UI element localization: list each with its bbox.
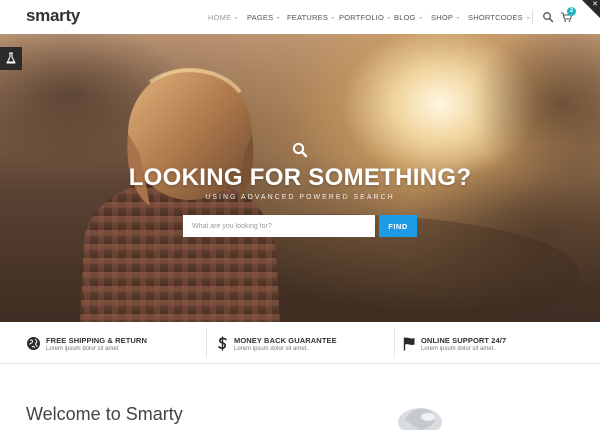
chevron-down-icon xyxy=(456,17,461,20)
site-logo[interactable]: smarty xyxy=(26,6,80,26)
feature-text: Lorem ipsum dolor sit amet xyxy=(46,346,119,352)
feature-text: Lorem ipsum dolor sit amet. xyxy=(421,346,496,352)
nav-item-features[interactable]: FEATURES xyxy=(287,12,336,24)
feature-text: Lorem ipsum dolor sit amet. xyxy=(234,346,309,352)
cart-count-badge: 2 xyxy=(567,7,576,16)
find-button[interactable]: FIND xyxy=(379,215,417,237)
nav-item-blog[interactable]: BLOG xyxy=(394,12,423,24)
feature-support: ONLINE SUPPORT 24/7 Lorem ipsum dolor si… xyxy=(402,322,582,364)
hero-subtitle: USING ADVANCED POWERED SEARCH xyxy=(205,194,395,201)
nav-item-home[interactable]: HOME xyxy=(208,12,239,24)
globe-icon xyxy=(27,337,40,350)
nav-item-shortcodes[interactable]: SHORTCODES xyxy=(468,12,530,24)
feature-money-back: MONEY BACK GUARANTEE Lorem ipsum dolor s… xyxy=(215,322,395,364)
search-icon xyxy=(292,142,308,158)
nav-item-label: PAGES xyxy=(247,13,274,22)
nav-item-label: BLOG xyxy=(394,13,416,22)
chevron-down-icon xyxy=(387,17,392,20)
chevron-down-icon xyxy=(525,17,530,20)
site-header: smarty HOME PAGES FEATURES PORTFOLIO BLO… xyxy=(0,0,600,34)
feature-divider xyxy=(206,328,207,358)
nav-item-pages[interactable]: PAGES xyxy=(247,12,281,24)
feature-title: MONEY BACK GUARANTEE xyxy=(234,336,337,345)
flag-icon xyxy=(403,337,415,351)
nav-item-label: FEATURES xyxy=(287,13,329,22)
feature-divider xyxy=(394,328,395,358)
search-input[interactable] xyxy=(183,215,375,237)
nav-item-label: PORTFOLIO xyxy=(339,13,385,22)
nav-item-label: SHORTCODES xyxy=(468,13,523,22)
dollar-icon xyxy=(218,336,227,351)
hero-title: LOOKING FOR SOMETHING? xyxy=(128,164,472,191)
close-icon[interactable]: ✕ xyxy=(592,1,598,9)
feature-shipping: FREE SHIPPING & RETURN Lorem ipsum dolor… xyxy=(26,322,206,364)
welcome-image xyxy=(398,408,442,430)
features-bar: FREE SHIPPING & RETURN Lorem ipsum dolor… xyxy=(0,322,600,364)
flask-icon xyxy=(6,52,16,64)
nav-item-shop[interactable]: SHOP xyxy=(431,12,461,24)
chevron-down-icon xyxy=(331,17,336,20)
hero-section: LOOKING FOR SOMETHING? USING ADVANCED PO… xyxy=(0,34,600,322)
chevron-down-icon xyxy=(276,17,281,20)
nav-item-label: HOME xyxy=(208,13,232,22)
feature-title: ONLINE SUPPORT 24/7 xyxy=(421,336,507,345)
chevron-down-icon xyxy=(234,17,239,20)
feature-title: FREE SHIPPING & RETURN xyxy=(46,336,147,345)
welcome-title: Welcome to Smarty xyxy=(26,404,183,424)
chevron-down-icon xyxy=(418,17,423,20)
nav-item-label: SHOP xyxy=(431,13,454,22)
style-switcher-toggle[interactable] xyxy=(0,47,22,70)
nav-item-portfolio[interactable]: PORTFOLIO xyxy=(339,12,392,24)
search-icon[interactable] xyxy=(542,10,554,23)
nav-divider xyxy=(532,10,533,24)
